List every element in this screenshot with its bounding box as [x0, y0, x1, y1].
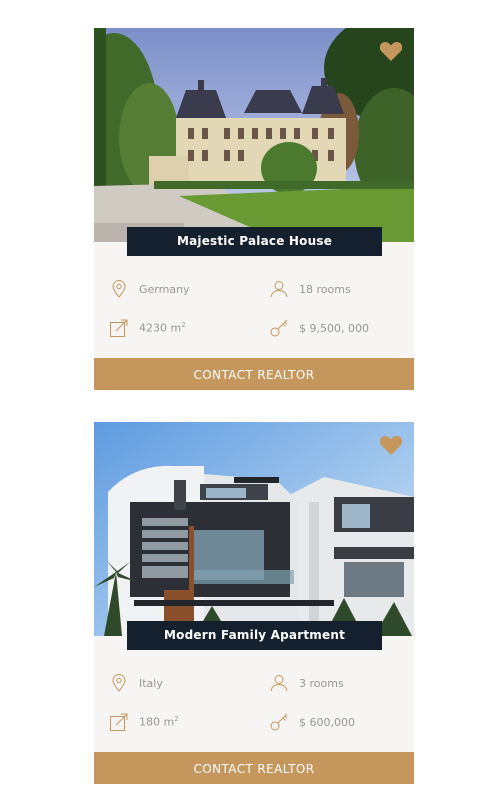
rooms-text: 3 rooms [299, 676, 344, 690]
area-text: 4230 m2 [139, 321, 186, 335]
listing-photo-palace[interactable] [94, 28, 414, 242]
listing-features: Italy 3 rooms 180 m2 $ 600,000 [94, 658, 414, 752]
key-icon [269, 712, 289, 732]
price-text: $ 9,500, 000 [299, 321, 369, 335]
feature-price: $ 600,000 [269, 712, 355, 732]
key-icon [269, 318, 289, 338]
area-value: 180 m [139, 715, 175, 729]
palace-house-image [94, 28, 414, 242]
area-unit-superscript: 2 [174, 715, 179, 724]
feature-rooms: 18 rooms [269, 279, 351, 299]
location-text: Italy [139, 676, 163, 690]
person-icon [269, 279, 289, 299]
favorite-heart-icon[interactable] [379, 40, 403, 62]
listing-title: Modern Family Apartment [127, 621, 382, 650]
listing-features: Germany 18 rooms 4230 m2 $ 9,500, 000 [94, 264, 414, 358]
feature-rooms: 3 rooms [269, 673, 344, 693]
area-resize-icon [109, 712, 129, 732]
rooms-text: 18 rooms [299, 282, 351, 296]
modern-apartment-image [94, 422, 414, 636]
listing-card: Modern Family Apartment Italy 3 rooms 18… [94, 422, 414, 784]
area-text: 180 m2 [139, 715, 179, 729]
favorite-heart-icon[interactable] [379, 434, 403, 456]
listing-title: Majestic Palace House [127, 227, 382, 256]
location-text: Germany [139, 282, 190, 296]
feature-price: $ 9,500, 000 [269, 318, 369, 338]
location-pin-icon [109, 279, 129, 299]
person-icon [269, 673, 289, 693]
area-unit-superscript: 2 [181, 321, 186, 330]
price-text: $ 600,000 [299, 715, 355, 729]
listing-photo-apartment[interactable] [94, 422, 414, 636]
location-pin-icon [109, 673, 129, 693]
contact-realtor-button[interactable]: CONTACT REALTOR [94, 358, 414, 390]
area-resize-icon [109, 318, 129, 338]
contact-realtor-button[interactable]: CONTACT REALTOR [94, 752, 414, 784]
feature-area: 4230 m2 [109, 318, 186, 338]
feature-location: Italy [109, 673, 163, 693]
feature-area: 180 m2 [109, 712, 179, 732]
listing-card: Majestic Palace House Germany 18 rooms 4… [94, 28, 414, 390]
area-value: 4230 m [139, 321, 182, 335]
feature-location: Germany [109, 279, 190, 299]
